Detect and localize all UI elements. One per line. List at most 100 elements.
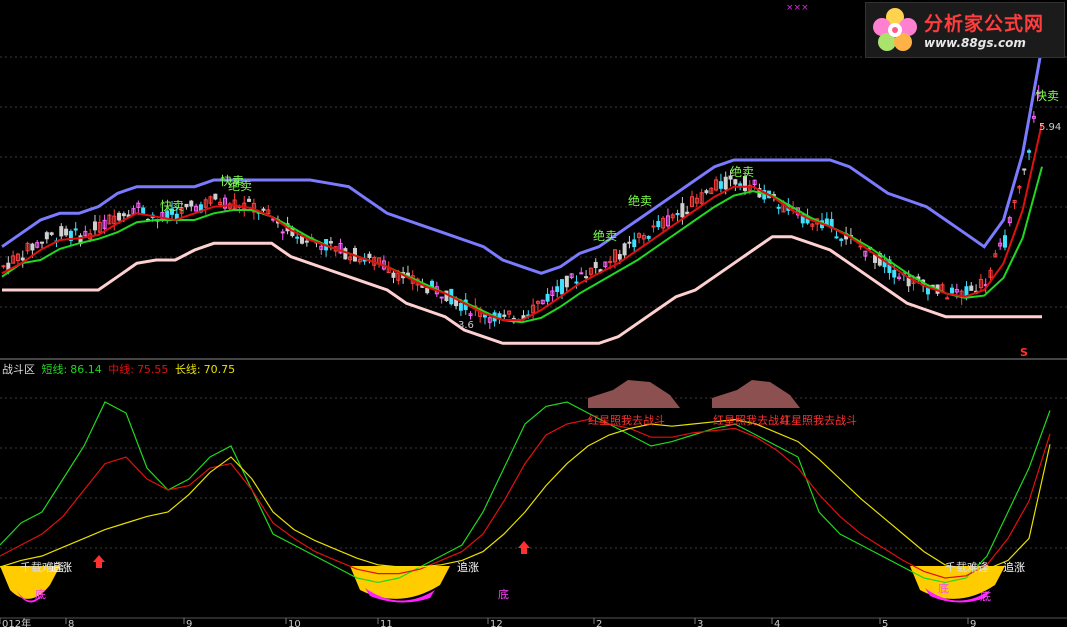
panel-name: 战斗区 <box>2 363 35 376</box>
price-candle <box>1027 150 1032 153</box>
long-label: 长线: <box>174 363 201 376</box>
price-candle <box>646 235 651 239</box>
red-star-text: 红星照我去战斗 <box>713 414 790 427</box>
price-candle <box>40 241 45 244</box>
price-candle <box>564 275 569 288</box>
price-candle <box>617 254 622 260</box>
price-candle <box>261 208 266 211</box>
price-candle <box>593 261 598 269</box>
price-candle <box>425 287 430 294</box>
chase-text: 追涨 <box>457 560 479 574</box>
low-text: 底 <box>35 587 46 601</box>
price-candle <box>92 221 97 231</box>
price-candle <box>718 181 723 189</box>
x-tick-label: 8 <box>68 619 74 627</box>
x-tick-label: 10 <box>288 619 301 627</box>
price-candle <box>584 276 589 279</box>
low-text: 底 <box>938 581 949 595</box>
x-tick-label: 9 <box>970 619 976 627</box>
oscillator-panel: 红星照我去战斗 红星照我去战斗红星照我去战斗追涨 追涨 追涨千载难逢 千载难逢底底底底 <box>0 380 1051 603</box>
price-candle <box>680 203 685 218</box>
price-candle <box>560 279 565 295</box>
up-arrow-icon <box>93 555 105 568</box>
low-text: 底 <box>980 589 991 603</box>
price-candle <box>458 302 463 311</box>
price-candle <box>950 287 955 294</box>
price-candle <box>834 236 839 239</box>
price-candle <box>20 257 25 261</box>
support-line <box>2 235 1042 345</box>
price-candle <box>30 243 35 251</box>
sell-fast-label: 快卖 <box>1035 89 1059 103</box>
x-tick-label: 2 <box>596 619 602 627</box>
bottom-text: 千载难逢 <box>20 561 64 574</box>
price-candle <box>872 254 877 263</box>
signal-s-label: S <box>1020 346 1028 359</box>
price-candle <box>49 232 54 235</box>
price-candle <box>733 179 738 185</box>
price-candle <box>622 243 627 256</box>
price-candle <box>121 213 126 217</box>
sell-must-label: 绝卖 <box>628 193 652 208</box>
high-price-label: 5.94 <box>1039 122 1061 133</box>
price-candle <box>892 270 897 278</box>
price-candle <box>969 285 974 291</box>
price-candle <box>367 253 372 258</box>
price-candle <box>502 314 507 317</box>
sell-must-label: 绝卖 <box>228 178 252 193</box>
price-candle <box>685 211 690 215</box>
x-tick-label: 12 <box>490 619 503 627</box>
price-candle <box>304 240 309 243</box>
x-tick-label: 9 <box>186 619 192 627</box>
price-candle <box>184 203 189 208</box>
resistance-line <box>1 46 1044 275</box>
price-candle <box>391 272 396 278</box>
top-zone <box>712 380 800 408</box>
up-arrow-icon <box>518 541 530 554</box>
price-candle <box>776 206 781 209</box>
short-label: 短线: <box>41 363 68 376</box>
long-value: 70.75 <box>203 363 236 376</box>
oscillator-line-mid <box>0 418 1051 579</box>
price-candle <box>73 228 78 231</box>
price-green-line <box>1 166 1043 324</box>
marker-xxx-label: ××× <box>786 3 809 13</box>
x-axis: 012年 8 9 10 11 12 2 3 4 5 9 <box>0 617 1067 627</box>
price-candle <box>280 231 285 234</box>
price-candle <box>213 193 218 200</box>
sell-must-label: 绝卖 <box>730 164 754 179</box>
price-candle <box>656 220 661 228</box>
low-price-label: 3.6 <box>458 320 474 331</box>
short-value: 86.14 <box>70 363 102 376</box>
price-candle <box>675 212 680 216</box>
sell-must-label: 绝卖 <box>593 228 617 243</box>
chart-window: 快卖 快卖 快卖 绝卖 绝卖 绝卖 绝卖 3.6 5.94 S ××× 红星照我去战斗 红星照我去战斗… <box>0 0 1067 627</box>
price-candle <box>44 232 49 240</box>
price-candle <box>482 314 487 318</box>
price-candle <box>439 296 444 299</box>
sell-fast-label: 快卖 <box>160 199 184 213</box>
price-candle <box>328 241 333 244</box>
x-tick-label: 11 <box>380 619 393 627</box>
brand-url: www.88gs.com <box>924 36 1026 50</box>
price-candle <box>117 212 122 221</box>
price-candle <box>964 286 969 297</box>
red-star-text: 红星照我去战斗 <box>780 414 857 427</box>
price-candle <box>579 272 584 275</box>
oscillator-line-short <box>0 401 1051 584</box>
mid-value: 75.55 <box>136 363 169 376</box>
price-candle <box>497 313 502 318</box>
x-tick-label: 5 <box>882 619 888 627</box>
price-candle <box>704 190 709 194</box>
price-candle <box>632 239 637 248</box>
price-candle <box>59 226 64 237</box>
top-zone <box>588 380 680 408</box>
price-candle <box>295 236 300 239</box>
x-tick-label: 4 <box>774 619 780 627</box>
price-candle <box>189 200 194 207</box>
price-candle <box>141 207 146 214</box>
brand-logo: 分析家公式网 www.88gs.com <box>865 2 1065 58</box>
price-candle <box>545 293 550 302</box>
price-candle <box>608 260 613 263</box>
oscillator-legend: 战斗区 短线: 86.14 中线: 75.55 长线: 70.75 <box>2 361 238 377</box>
